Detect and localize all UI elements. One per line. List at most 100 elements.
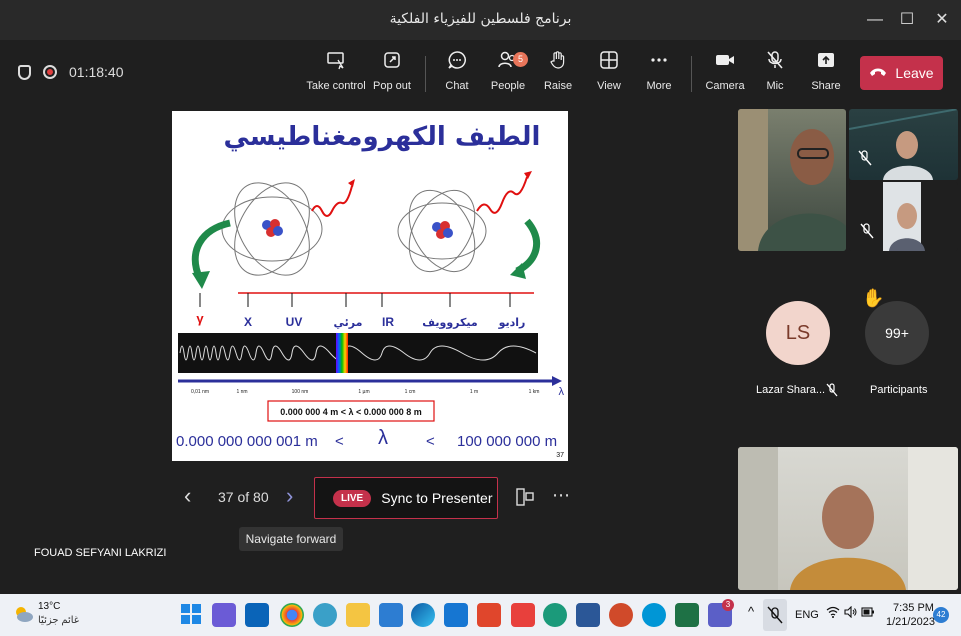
slides-panel-icon[interactable] (516, 487, 534, 512)
scale-tick: 1 cm (405, 389, 416, 395)
mic-muted-icon (858, 150, 872, 166)
whatsapp-like-icon[interactable] (543, 603, 567, 627)
weather-text: غائم جزئيًا (38, 615, 80, 626)
office-icon[interactable] (477, 603, 501, 627)
battery-icon[interactable] (861, 606, 875, 621)
powerpoint-icon[interactable] (609, 603, 633, 627)
slide-navigation: ‹ 37 of 80 › LIVE Sync to Presenter ⋯ (176, 477, 596, 519)
band-microwave: ميكروويف (422, 317, 477, 329)
monitor-pointer-icon (305, 50, 367, 76)
share-button[interactable]: Share (795, 50, 857, 92)
pop-out-label: Pop out (373, 80, 411, 92)
take-control-button[interactable]: Take control (305, 50, 367, 92)
share-icon (795, 50, 857, 76)
minimize-button[interactable]: — (862, 8, 888, 32)
anydesk-icon[interactable] (511, 603, 535, 627)
participant-video-tile[interactable] (738, 109, 846, 251)
mic-tray-icon[interactable] (763, 599, 787, 631)
range-lt-2: < (426, 433, 435, 450)
title-bar: برنامج فلسطين للفيزياء الفلكية — ☐ ✕ (0, 0, 961, 40)
excel-icon[interactable] (675, 603, 699, 627)
leave-label: Leave (895, 65, 934, 81)
windows-taskbar: 13°C غائم جزئيًا 3 ^ ENG 7:35 PM 1/21/20… (0, 594, 961, 636)
visible-spectrum-band (336, 333, 348, 373)
file-explorer-icon[interactable] (346, 603, 370, 627)
axis-lambda: λ (559, 386, 565, 398)
band-arrows (199, 293, 511, 307)
volume-icon[interactable] (844, 605, 858, 621)
participant-name-ls: Lazar Shara... (756, 384, 826, 396)
shield-icon[interactable] (18, 64, 31, 80)
notifications-badge[interactable]: 42 (933, 607, 949, 623)
band-uv: UV (286, 315, 303, 329)
word-icon[interactable] (576, 603, 600, 627)
participants-label: Participants (870, 384, 928, 396)
video-call-app-icon[interactable] (212, 603, 236, 627)
pop-out-icon (361, 50, 423, 76)
more-label: More (646, 80, 672, 92)
band-x: X (244, 315, 252, 329)
people-count-badge: 5 (513, 52, 528, 67)
calendar-icon[interactable] (379, 603, 403, 627)
participant-video-tile[interactable] (849, 109, 958, 180)
raised-hand-icon: ✋ (862, 288, 885, 308)
chrome-icon[interactable] (280, 603, 304, 627)
participant-video-tile[interactable] (849, 182, 958, 251)
mic-muted-icon (860, 223, 874, 239)
phone-hangup-icon (869, 65, 887, 81)
chevron-up-icon[interactable]: ^ (748, 604, 754, 619)
wifi-icon[interactable] (826, 606, 840, 621)
globe-app-icon[interactable] (313, 603, 337, 627)
avatar[interactable]: LS (766, 301, 830, 365)
language-indicator[interactable]: ENG (795, 609, 819, 621)
meeting-timer: 01:18:40 (69, 64, 124, 80)
sync-to-presenter-button[interactable]: LIVE Sync to Presenter (314, 477, 498, 519)
mic-muted-icon (826, 383, 838, 402)
teams-badge: 3 (722, 599, 734, 611)
leave-button[interactable]: Leave (860, 56, 943, 90)
band-radio: راديو (498, 317, 526, 329)
recording-icon (43, 65, 57, 79)
atom-left-illustration (191, 179, 355, 289)
scale-tick: 1 µm (358, 389, 369, 395)
previous-slide-icon[interactable]: ‹ (184, 483, 191, 509)
participants-overflow-button[interactable]: 99+ (865, 301, 929, 365)
more-dots-icon (628, 50, 690, 76)
atom-right-illustration (397, 171, 540, 279)
clock-date[interactable]: 1/21/2023 (886, 616, 935, 628)
band-visible: مرئي (334, 317, 363, 329)
mail-icon[interactable] (444, 603, 468, 627)
range-lambda: λ (378, 427, 388, 449)
meeting-toolbar: 01:18:40 Take control Pop out Chat 5 Peo… (0, 40, 961, 106)
band-gamma: γ (196, 311, 204, 326)
slide-page-number: 37 (556, 452, 564, 459)
take-control-label: Take control (306, 80, 366, 92)
live-badge: LIVE (333, 489, 372, 507)
close-button[interactable]: ✕ (929, 8, 955, 32)
maximize-button[interactable]: ☐ (894, 8, 920, 32)
band-ir: IR (382, 315, 394, 329)
weather-icon[interactable] (12, 603, 34, 630)
slide-title: الطيف الكهرومغناطيسي (224, 122, 541, 152)
scale-tick: 0,01 nm (191, 389, 209, 395)
self-video-tile[interactable] (738, 447, 958, 590)
edge-icon[interactable] (411, 603, 435, 627)
wave-strip (178, 333, 538, 373)
weather-temp: 13°C (38, 601, 61, 612)
more-button[interactable]: More (628, 50, 690, 92)
pop-out-button[interactable]: Pop out (361, 50, 423, 92)
next-slide-icon[interactable]: › (286, 483, 293, 509)
scale-tick: 1 nm (236, 389, 247, 395)
scale-tick: 1 km (529, 389, 540, 395)
hp-icon[interactable] (642, 603, 666, 627)
visible-range-text: 0.000 000 4 m < λ < 0.000 000 8 m (280, 407, 422, 417)
windows-start-icon[interactable] (180, 603, 204, 627)
range-left: 0.000 000 000 001 m (176, 433, 318, 450)
clock-time[interactable]: 7:35 PM (893, 602, 934, 614)
presenter-name: FOUAD SEFYANI LAKRIZI (34, 547, 167, 559)
shared-slide: الطيف الكهرومغناطيسي γ X UV مرئي IR ميكر… (172, 111, 568, 461)
more-options-icon[interactable]: ⋯ (552, 485, 570, 506)
range-right: 100 000 000 m (457, 433, 557, 450)
sync-label: Sync to Presenter (381, 490, 493, 506)
outlook-icon[interactable] (245, 603, 269, 627)
